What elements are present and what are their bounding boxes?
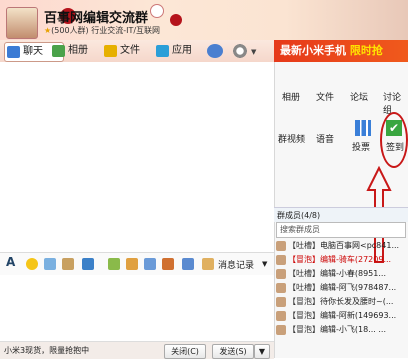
gift-icon[interactable] xyxy=(144,258,156,270)
app-group-video[interactable]: 群视频 xyxy=(278,132,305,145)
app-forum[interactable]: 论坛 xyxy=(350,90,368,103)
history-icon[interactable] xyxy=(202,258,214,270)
members-header: 群成员(4/8) xyxy=(274,207,408,222)
close-button[interactable]: 关闭(C) xyxy=(164,344,206,359)
group-avatar[interactable] xyxy=(6,7,38,39)
bottom-bar: 小米3现货，限量抢抱中 关闭(C) 发送(S) ▼ xyxy=(0,341,274,359)
avatar xyxy=(276,240,286,251)
send-options-button[interactable]: ▼ xyxy=(254,344,270,359)
emoji-icon[interactable] xyxy=(26,258,38,270)
dropdown-icon[interactable] xyxy=(182,258,194,270)
tab-apps[interactable]: 应用 xyxy=(154,42,192,60)
member-row[interactable]: 【冒泡】待你长发及腰时~(... xyxy=(276,296,408,309)
chat-icon xyxy=(7,46,20,58)
decor-blossom xyxy=(170,14,182,26)
chevron-down-icon[interactable]: ▼ xyxy=(262,260,267,268)
send-button[interactable]: 发送(S) xyxy=(212,344,254,359)
avatar xyxy=(276,296,286,307)
circle-deco-icon xyxy=(150,4,164,18)
group-title: 百事网编辑交流群 xyxy=(44,11,149,26)
member-count-badge: (500人群) xyxy=(51,26,89,35)
member-row[interactable]: 【吐槽】编辑-小春(8951... xyxy=(276,268,408,281)
member-row[interactable]: 【冒泡】编辑-阿新(149693... xyxy=(276,310,408,323)
app-album[interactable]: 相册 xyxy=(282,90,300,103)
music-icon[interactable] xyxy=(126,258,138,270)
poll-icon xyxy=(355,120,371,136)
album-icon xyxy=(52,45,65,57)
member-row[interactable]: 【吐槽】电脑百事网<pc841... xyxy=(276,240,408,253)
member-row[interactable]: 【吐槽】编辑-阿飞(978487... xyxy=(276,282,408,295)
app-poll[interactable]: 投票 xyxy=(352,140,370,153)
tab-bar: 聊天 相册 文件 应用 ▼ xyxy=(0,40,274,63)
input-toolbar: A 消息记录 ▼ xyxy=(0,252,274,275)
chevron-down-icon[interactable]: ▼ xyxy=(251,48,256,56)
sticker-icon[interactable] xyxy=(62,258,74,270)
doc-icon[interactable] xyxy=(162,258,174,270)
member-row[interactable]: 【冒泡】编辑-骑车(27209... xyxy=(276,254,408,267)
chat-history[interactable] xyxy=(0,62,274,252)
highlight-ellipse xyxy=(380,112,408,168)
tab-files[interactable]: 文件 xyxy=(102,42,140,60)
avatar xyxy=(276,310,286,321)
member-search-input[interactable]: 搜索群成员 xyxy=(276,222,406,238)
tab-album[interactable]: 相册 xyxy=(50,42,88,60)
avatar xyxy=(276,324,286,335)
promo-banner[interactable]: 最新小米手机 限时抢 xyxy=(274,40,408,62)
message-input[interactable] xyxy=(0,275,274,341)
avatar xyxy=(276,268,286,279)
member-row[interactable]: 【冒泡】编辑-小飞(18... ... xyxy=(276,324,408,337)
group-subtitle: ★(500人群) 行业交流-IT/互联网 xyxy=(44,25,160,36)
message-log-button[interactable]: 消息记录 xyxy=(218,258,254,271)
apps-icon xyxy=(156,45,169,57)
gear-icon[interactable] xyxy=(232,43,248,59)
add-member-icon[interactable] xyxy=(207,44,223,58)
avatar xyxy=(276,282,286,293)
promo-tip[interactable]: 小米3现货，限量抢抱中 xyxy=(4,345,89,356)
group-category[interactable]: 行业交流-IT/互联网 xyxy=(91,26,160,35)
font-icon[interactable]: A xyxy=(6,255,18,269)
folder-icon xyxy=(104,45,117,57)
app-voice[interactable]: 语音 xyxy=(316,132,334,145)
app-files[interactable]: 文件 xyxy=(316,90,334,103)
screenshot-icon[interactable] xyxy=(82,258,94,270)
image-icon[interactable] xyxy=(108,258,120,270)
shake-icon[interactable] xyxy=(44,258,56,270)
avatar xyxy=(276,254,286,265)
